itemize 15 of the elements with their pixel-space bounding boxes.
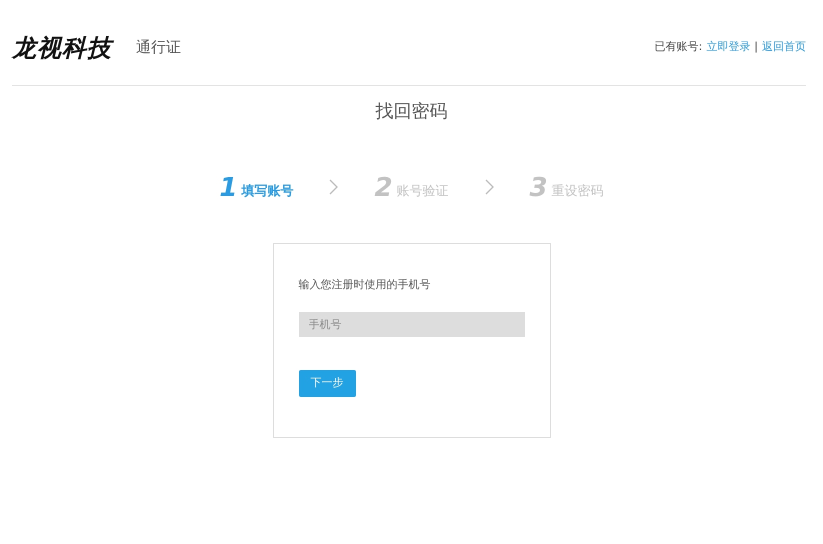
logo: 龙视科技 (12, 30, 112, 66)
chevron-right-icon (484, 179, 494, 195)
step-label: 1 填写账号 (219, 175, 294, 201)
page-title: 找回密码 (376, 100, 448, 124)
login-link[interactable]: 立即登录 (706, 39, 750, 56)
instruction-text: 输入您注册时使用的手机号 (298, 277, 432, 293)
account-prompt: 已有账号: (654, 39, 702, 56)
home-link[interactable]: 返回首页 (762, 39, 806, 56)
step-label: 2 账号验证 (374, 175, 449, 201)
header-subtitle: 通行证 (136, 37, 181, 58)
phone-input-field[interactable]: 手机号 (298, 312, 524, 336)
next-button[interactable]: 下一步 (298, 370, 356, 396)
separator: | (754, 39, 758, 56)
step-label: 3 重设密码 (530, 175, 604, 201)
chevron-right-icon (329, 179, 338, 195)
